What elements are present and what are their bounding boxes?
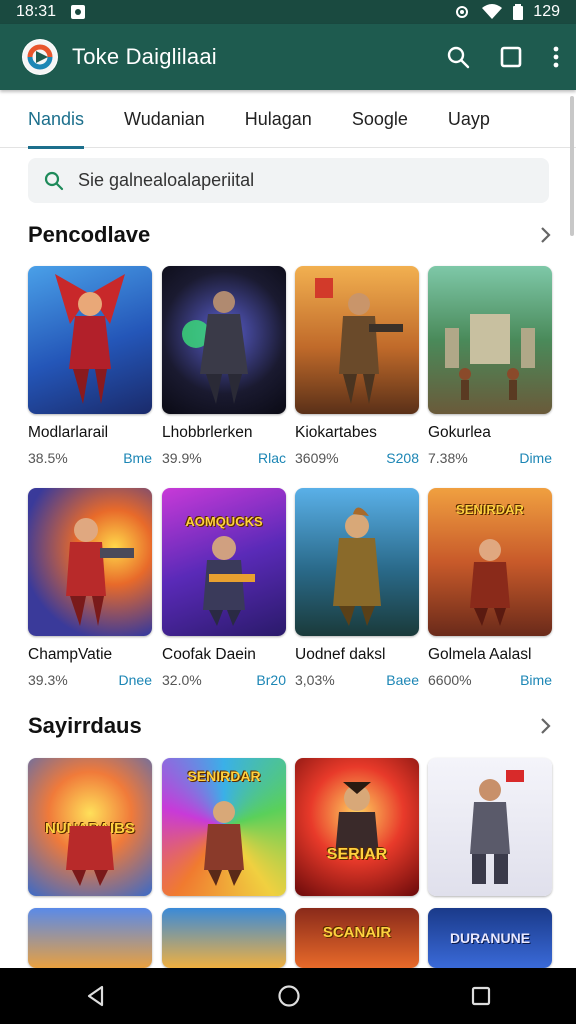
tab-uayp[interactable]: Uayp: [448, 92, 490, 148]
app-card[interactable]: DURANUNE: [428, 908, 552, 968]
search-placeholder: Sie galnealoalaperiital: [78, 170, 255, 190]
app-thumbnail: [428, 266, 552, 414]
search-input[interactable]: Sie galnealoalaperiital: [28, 158, 549, 203]
app-title: Uodnef daksl: [295, 646, 386, 663]
app-banner: SCANAIR: [322, 924, 392, 941]
app-banner: DURANUNE: [449, 930, 531, 946]
app-bar: Toke Daiglilaai: [0, 24, 576, 90]
home-icon[interactable]: [277, 984, 301, 1008]
app-card[interactable]: Uodnef daksl 3,03% Baee: [295, 488, 419, 688]
app-thumbnail: [162, 266, 286, 414]
app-logo-icon: [22, 39, 58, 75]
tab-soogle[interactable]: Soogle: [352, 92, 408, 148]
app-card[interactable]: NUNARAIBS: [28, 758, 152, 896]
app-thumbnail: [28, 266, 152, 414]
app-card[interactable]: SCANAIR: [295, 908, 419, 968]
app-card[interactable]: Modlarlarail 38.5% Bme: [28, 266, 152, 466]
app-thumbnail: [295, 488, 419, 636]
app-title: Coofak Daein: [162, 646, 256, 663]
app-rating: 39.3%: [28, 672, 68, 688]
settings-status-icon: [453, 4, 471, 20]
section-title: Pencodlave: [28, 222, 151, 247]
app-card[interactable]: SENIRDAR: [162, 758, 286, 896]
app-thumbnail: AOMQUCKS: [162, 488, 286, 636]
app-rating: 39.9%: [162, 450, 202, 466]
tab-nandis[interactable]: Nandis: [28, 92, 85, 149]
app-title: Modlarlarail: [28, 424, 109, 441]
app-title: ChampVatie: [28, 646, 113, 663]
system-nav-bar: [0, 968, 576, 1024]
chevron-right-icon[interactable]: [540, 226, 552, 244]
app-thumbnail: SENIRDAR: [428, 488, 552, 636]
status-time: 18:31: [16, 3, 57, 20]
search-icon[interactable]: [446, 45, 470, 69]
app-rating: 3609%: [295, 450, 339, 466]
app-price: S208: [386, 450, 419, 466]
battery-icon: [513, 4, 524, 20]
app-thumbnail: [162, 908, 286, 968]
app-rating: 3,03%: [295, 672, 335, 688]
app-card[interactable]: SERIAR: [295, 758, 419, 896]
window-icon[interactable]: [500, 46, 522, 68]
app-card[interactable]: Gokurlea 7.38% Dime: [428, 266, 552, 466]
app-thumbnail: [28, 908, 152, 968]
search-field-icon: [44, 171, 64, 191]
app-rating: 6600%: [428, 672, 472, 688]
app-rating: 32.0%: [162, 672, 202, 688]
app-price: Baee: [386, 672, 419, 688]
wifi-icon: [481, 4, 503, 20]
app-price: Dime: [519, 450, 552, 466]
battery-level: 129: [533, 3, 560, 20]
section-header-1: Pencodlave: [28, 220, 552, 250]
section-header-2: Sayirrdaus: [28, 711, 552, 741]
notification-icon: [70, 4, 86, 20]
more-options-icon[interactable]: [552, 46, 560, 68]
status-bar: 18:31 129: [0, 0, 576, 24]
app-price: Br20: [256, 672, 286, 688]
app-price: Dnee: [118, 672, 152, 688]
app-thumbnail: SCANAIR: [295, 908, 419, 968]
app-card[interactable]: ChampVatie 39.3% Dnee: [28, 488, 152, 688]
app-card[interactable]: AOMQUCKS Coofak Daein 32.0% Br20: [162, 488, 286, 688]
app-rating: 7.38%: [428, 450, 468, 466]
app-thumbnail: NUNARAIBS: [28, 758, 152, 896]
app-price: Bime: [520, 672, 552, 688]
app-card[interactable]: [428, 758, 552, 896]
app-title: Kiokartabes: [295, 424, 377, 441]
app-thumbnail: SENIRDAR: [162, 758, 286, 896]
app-banner: SENIRDAR: [187, 768, 261, 784]
app-thumbnail: SERIAR: [295, 758, 419, 896]
recents-icon[interactable]: [471, 986, 491, 1006]
app-card[interactable]: Lhobbrlerken 39.9% Rlac: [162, 266, 286, 466]
app-thumbnail: DURANUNE: [428, 908, 552, 968]
app-thumbnail: [28, 488, 152, 636]
tab-hulagan[interactable]: Hulagan: [245, 92, 312, 148]
app-thumbnail: [295, 266, 419, 414]
scrollbar[interactable]: [570, 96, 574, 236]
app-title: Toke Daiglilaai: [72, 44, 217, 69]
chevron-right-icon[interactable]: [540, 717, 552, 735]
app-title: Golmela Aalasl: [428, 646, 532, 663]
app-price: Rlac: [257, 450, 286, 466]
app-price: Bme: [123, 450, 152, 466]
app-card[interactable]: [28, 908, 152, 968]
app-title: Gokurlea: [428, 424, 491, 441]
app-banner: SERIAR: [326, 846, 388, 863]
app-card[interactable]: [162, 908, 286, 968]
category-tabs: Nandis Wudanian Hulagan Soogle Uayp: [0, 92, 576, 149]
app-rating: 38.5%: [28, 450, 68, 466]
tab-wudanian[interactable]: Wudanian: [124, 92, 205, 148]
section-title: Sayirrdaus: [28, 713, 142, 738]
app-title: Lhobbrlerken: [162, 424, 253, 441]
back-icon[interactable]: [85, 985, 107, 1007]
app-card[interactable]: SENIRDAR Golmela Aalasl 6600% Bime: [428, 488, 552, 688]
app-card[interactable]: Kiokartabes 3609% S208: [295, 266, 419, 466]
app-thumbnail: [428, 758, 552, 896]
